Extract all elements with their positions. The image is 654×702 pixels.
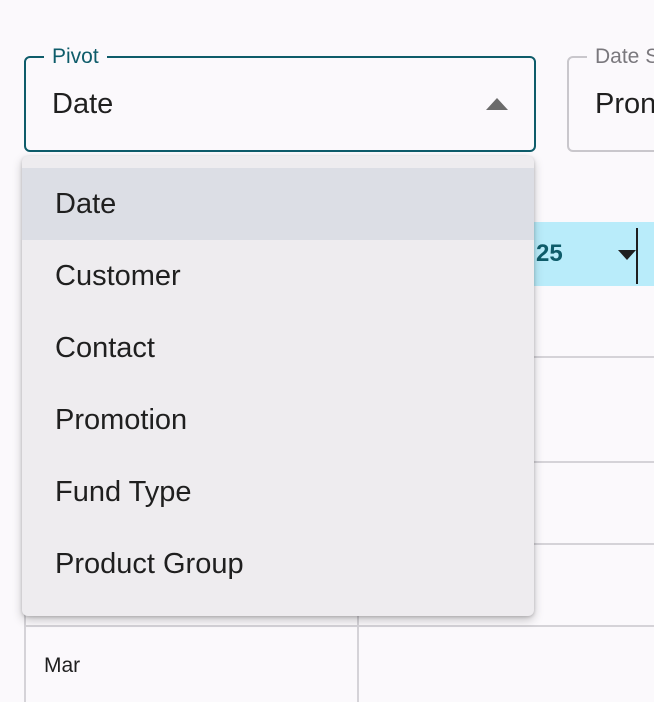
menu-item-label: Promotion <box>55 403 188 436</box>
arrow-up-icon[interactable] <box>486 98 508 110</box>
date-select-label: Date S <box>587 44 654 70</box>
column-resize-handle[interactable] <box>636 228 638 284</box>
menu-item-promotion[interactable]: Promotion <box>22 384 534 456</box>
menu-item-date[interactable]: Date <box>22 168 534 240</box>
menu-item-customer[interactable]: Customer <box>22 240 534 312</box>
caret-down-icon[interactable] <box>618 250 636 260</box>
menu-item-label: Fund Type <box>55 475 192 508</box>
grid-row-divider <box>24 625 654 627</box>
menu-item-contact[interactable]: Contact <box>22 312 534 384</box>
grid-header-text: 25 <box>536 240 563 267</box>
pivot-select[interactable]: Pivot Date <box>24 44 536 152</box>
date-select[interactable]: Date S Pron <box>567 44 654 152</box>
menu-list: Date Customer Contact Promotion Fund Typ… <box>22 168 534 600</box>
date-select-value: Pron <box>595 88 654 120</box>
menu-item-label: Customer <box>55 259 181 292</box>
menu-item-label: Date <box>55 187 117 220</box>
pivot-label: Pivot <box>44 44 107 70</box>
pivot-dropdown-menu: Date Customer Contact Promotion Fund Typ… <box>22 156 534 616</box>
menu-item-label: Contact <box>55 331 155 364</box>
menu-item-label: Product Group <box>55 547 244 580</box>
menu-item-product-group[interactable]: Product Group <box>22 528 534 600</box>
page: 25 Mar Pivot Date Date S Pron Date Custo… <box>0 0 654 702</box>
grid-row-label: Mar <box>44 654 81 677</box>
menu-item-fund-type[interactable]: Fund Type <box>22 456 534 528</box>
pivot-value: Date <box>52 88 114 120</box>
